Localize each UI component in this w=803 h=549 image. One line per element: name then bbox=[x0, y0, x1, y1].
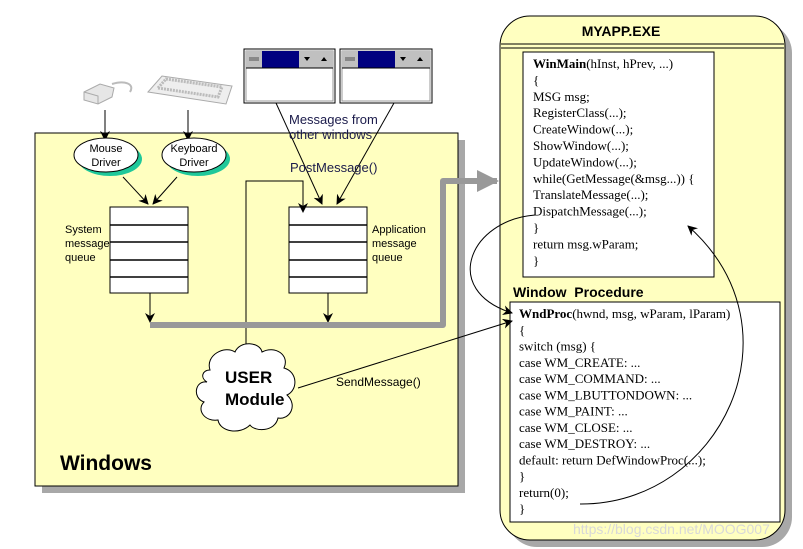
code-line: case WM_DESTROY: ... bbox=[519, 436, 650, 451]
code-line: } bbox=[519, 501, 525, 516]
code-line: return msg.wParam; bbox=[533, 236, 638, 251]
code-line: UpdateWindow(...); bbox=[533, 154, 637, 169]
code-line: switch (msg) { bbox=[519, 339, 596, 354]
code-line: } bbox=[519, 469, 525, 484]
window-procedure-label: Window Procedure bbox=[513, 284, 644, 300]
user-module-label: USER bbox=[225, 368, 272, 387]
code-line: RegisterClass(...); bbox=[533, 105, 627, 120]
winmain-header: WinMain(hInst, hPrev, ...) bbox=[533, 56, 673, 71]
code-line: CreateWindow(...); bbox=[533, 122, 633, 137]
code-line: { bbox=[519, 322, 525, 337]
code-line: case WM_PAINT: ... bbox=[519, 404, 628, 419]
app-queue-label: queue bbox=[372, 252, 403, 264]
windows-message-diagram: Windows MYAPP.EXE WinMain(hInst, hPrev, … bbox=[34, 15, 792, 547]
user-module-label: Module bbox=[225, 390, 285, 409]
window-icon bbox=[339, 48, 433, 104]
code-line: ShowWindow(...); bbox=[533, 138, 629, 153]
code-line: DispatchMessage(...); bbox=[533, 204, 647, 219]
mouse-icon bbox=[83, 81, 133, 105]
mouse-driver-label: Mouse bbox=[89, 143, 122, 155]
code-line: MSG msg; bbox=[533, 89, 590, 104]
watermark: https://blog.csdn.net/MOOG007 bbox=[573, 521, 770, 537]
system-queue-label: message bbox=[65, 238, 110, 250]
other-windows-label: Messages from bbox=[289, 112, 378, 127]
keyboard-driver-label: Keyboard bbox=[170, 143, 217, 155]
application-message-queue bbox=[288, 206, 368, 294]
code-line: default: return DefWindowProc(...); bbox=[519, 452, 706, 467]
app-queue-label: message bbox=[372, 238, 417, 250]
wndproc-header: WndProc(hwnd, msg, wParam, lParam) bbox=[519, 306, 730, 321]
system-queue-label: System bbox=[65, 224, 102, 236]
code-line: return(0); bbox=[519, 485, 569, 500]
app-queue-label: Application bbox=[372, 224, 426, 236]
windows-label: Windows bbox=[60, 452, 152, 475]
code-line: } bbox=[533, 253, 539, 268]
keyboard-driver-label: Driver bbox=[179, 157, 209, 169]
winmain-name: WinMain bbox=[533, 56, 587, 71]
wndproc-name: WndProc bbox=[519, 306, 572, 321]
code-line: case WM_LBUTTONDOWN: ... bbox=[519, 387, 692, 402]
code-line: case WM_COMMAND: ... bbox=[519, 371, 661, 386]
winmain-signature: (hInst, hPrev, ...) bbox=[586, 56, 673, 71]
post-message-label: PostMessage() bbox=[290, 160, 377, 175]
myapp-title: MYAPP.EXE bbox=[582, 23, 661, 39]
keyboard-icon bbox=[147, 75, 233, 105]
mouse-driver-label: Driver bbox=[91, 157, 121, 169]
code-line: } bbox=[533, 220, 539, 235]
code-line: case WM_CREATE: ... bbox=[519, 355, 640, 370]
code-line: case WM_CLOSE: ... bbox=[519, 420, 633, 435]
system-message-queue bbox=[109, 206, 189, 294]
system-queue-label: queue bbox=[65, 252, 96, 264]
wndproc-signature: (hwnd, msg, wParam, lParam) bbox=[572, 306, 730, 321]
code-line: { bbox=[533, 72, 539, 87]
code-line: while(GetMessage(&msg...)) { bbox=[533, 171, 694, 186]
code-line: TranslateMessage(...); bbox=[533, 187, 648, 202]
window-icon bbox=[243, 48, 336, 104]
other-windows-label: other windows bbox=[289, 127, 373, 142]
send-message-label: SendMessage() bbox=[336, 375, 421, 389]
